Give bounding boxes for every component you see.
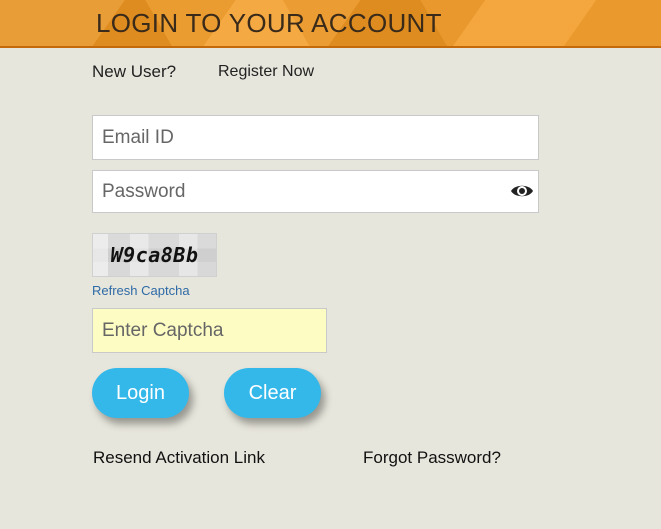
login-button[interactable]: Login <box>92 368 189 418</box>
show-password-eye-icon[interactable] <box>510 180 534 202</box>
forgot-password-link[interactable]: Forgot Password? <box>363 448 501 468</box>
captcha-image: W9ca8Bb <box>92 233 217 277</box>
clear-button[interactable]: Clear <box>224 368 321 418</box>
new-user-label: New User? <box>92 62 177 81</box>
page-header: LOGIN TO YOUR ACCOUNT <box>0 0 661 48</box>
email-field[interactable] <box>92 115 539 160</box>
password-field[interactable] <box>92 170 539 213</box>
page-title: LOGIN TO YOUR ACCOUNT <box>96 8 442 38</box>
register-now-link[interactable]: Register Now <box>218 63 314 81</box>
refresh-captcha-link[interactable]: Refresh Captcha <box>92 283 190 298</box>
captcha-field[interactable] <box>92 308 327 353</box>
resend-activation-link[interactable]: Resend Activation Link <box>93 448 265 468</box>
captcha-code: W9ca8Bb <box>110 243 199 267</box>
